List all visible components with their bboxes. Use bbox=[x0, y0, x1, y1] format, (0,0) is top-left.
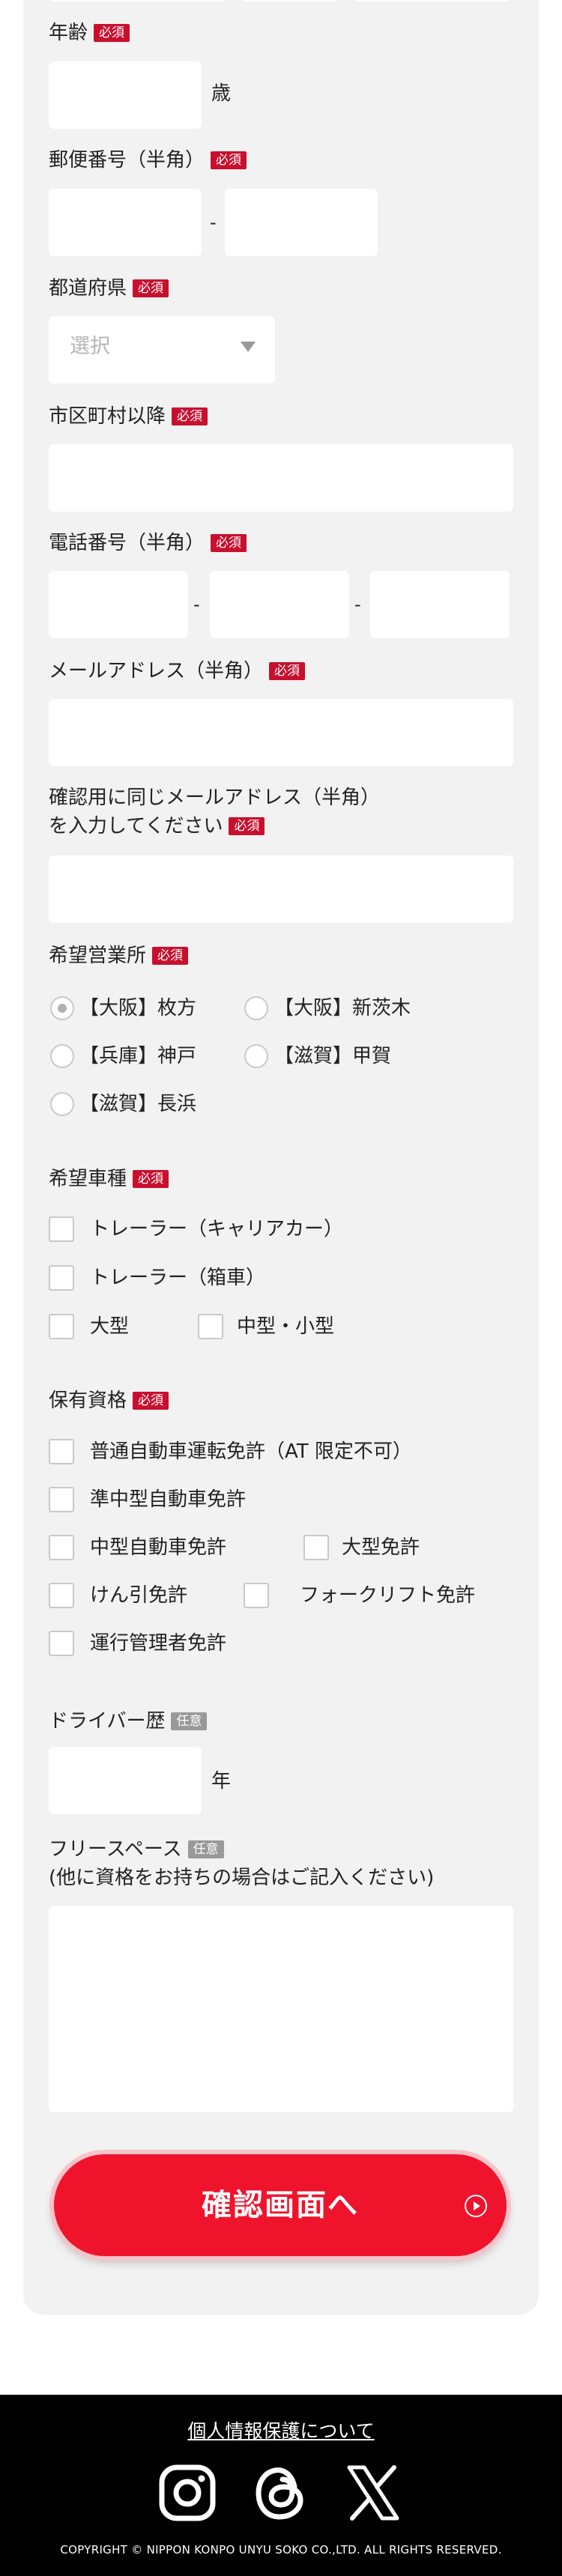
license-checkbox-towing[interactable] bbox=[49, 1583, 74, 1608]
office-radio-hirakata[interactable] bbox=[50, 996, 74, 1020]
email-input[interactable] bbox=[49, 699, 513, 766]
office-radio-shinibaraki[interactable] bbox=[244, 996, 268, 1020]
license-option-normal: 普通自動車運転免許（AT 限定不可） bbox=[90, 1440, 412, 1463]
email-confirm-label-line1: 確認用に同じメールアドレス（半角） bbox=[49, 787, 381, 809]
license-checkbox-semi-medium[interactable] bbox=[49, 1487, 74, 1512]
license-option-large: 大型免許 bbox=[342, 1536, 420, 1559]
license-option-medium: 中型自動車免許 bbox=[90, 1536, 227, 1559]
vehicle-checkbox-box[interactable] bbox=[49, 1265, 74, 1291]
name-field-partial-2[interactable] bbox=[241, 0, 339, 1]
phone-input-1[interactable] bbox=[49, 571, 188, 638]
required-badge: 必須 bbox=[211, 534, 247, 552]
required-badge: 必須 bbox=[133, 279, 169, 297]
play-circle-icon bbox=[465, 2195, 487, 2217]
phone-separator-2: - bbox=[354, 594, 361, 615]
required-badge: 必須 bbox=[133, 1392, 169, 1410]
required-badge: 必須 bbox=[269, 662, 306, 680]
postal-input-1[interactable] bbox=[49, 189, 202, 256]
prefecture-placeholder: 選択 bbox=[70, 335, 110, 358]
office-radio-kobe[interactable] bbox=[50, 1044, 74, 1068]
required-badge: 必須 bbox=[94, 24, 130, 42]
license-option-operation-manager: 運行管理者免許 bbox=[90, 1632, 227, 1655]
phone-input-2[interactable] bbox=[210, 571, 349, 638]
office-option-koka: 【滋賀】甲賀 bbox=[274, 1045, 392, 1067]
privacy-policy-link[interactable]: 個人情報保護について bbox=[0, 2419, 562, 2444]
license-option-semi-medium: 準中型自動車免許 bbox=[90, 1488, 247, 1511]
license-option-forklift: フォークリフト免許 bbox=[300, 1584, 476, 1607]
email-confirm-label-line2: を入力してください 必須 bbox=[49, 813, 265, 839]
name-field-partial-3[interactable] bbox=[353, 0, 510, 1]
phone-label: 電話番号（半角） 必須 bbox=[49, 530, 247, 556]
required-badge: 必須 bbox=[152, 947, 189, 965]
age-label: 年齢 必須 bbox=[49, 20, 130, 46]
postal-input-2[interactable] bbox=[225, 189, 378, 256]
office-option-nagahama: 【滋賀】長浜 bbox=[79, 1093, 197, 1115]
phone-separator-1: - bbox=[193, 594, 200, 615]
license-checkbox-forklift[interactable] bbox=[244, 1583, 269, 1608]
vehicle-checkbox-large[interactable] bbox=[49, 1314, 74, 1339]
required-badge: 必須 bbox=[211, 151, 247, 169]
vehicle-label: 希望車種 必須 bbox=[49, 1166, 169, 1192]
required-badge: 必須 bbox=[172, 407, 208, 425]
driver-years-input[interactable] bbox=[49, 1747, 202, 1814]
free-space-hint: (他に資格をお持ちの場合はご記入ください) bbox=[49, 1867, 435, 1889]
instagram-icon[interactable] bbox=[159, 2464, 216, 2521]
driver-years-unit: 年 bbox=[211, 1770, 232, 1792]
vehicle-checkbox-carrier[interactable] bbox=[49, 1216, 74, 1242]
x-icon[interactable] bbox=[345, 2464, 402, 2521]
office-option-kobe: 【兵庫】神戸 bbox=[79, 1045, 197, 1067]
footer: 個人情報保護について COPYRIGHT © NIPPON KONPO UNYU… bbox=[0, 2395, 562, 2576]
required-badge: 必須 bbox=[133, 1170, 169, 1188]
email-confirm-input[interactable] bbox=[49, 855, 513, 923]
prefecture-label: 都道府県 必須 bbox=[49, 276, 169, 301]
vehicle-option-medium-small: 中型・小型 bbox=[237, 1315, 335, 1338]
copyright-text: COPYRIGHT © NIPPON KONPO UNYU SOKO CO.,L… bbox=[60, 2543, 502, 2557]
office-option-hirakata: 【大阪】枚方 bbox=[79, 997, 197, 1019]
license-checkbox-normal[interactable] bbox=[49, 1439, 74, 1464]
driver-years-label: ドライバー歴 任意 bbox=[49, 1709, 208, 1734]
postal-separator: - bbox=[210, 212, 217, 233]
optional-badge: 任意 bbox=[187, 1840, 224, 1858]
vehicle-option-large: 大型 bbox=[90, 1315, 130, 1338]
email-label: メールアドレス（半角） 必須 bbox=[49, 658, 306, 684]
office-radio-koka[interactable] bbox=[244, 1044, 268, 1068]
threads-icon[interactable] bbox=[253, 2464, 309, 2521]
confirm-button-label: 確認画面へ bbox=[202, 2188, 359, 2222]
free-space-textarea[interactable] bbox=[49, 1906, 513, 2112]
license-option-towing: けん引免許 bbox=[90, 1584, 188, 1607]
vehicle-option-carrier: トレーラー（キャリアカー） bbox=[90, 1218, 344, 1240]
postal-label: 郵便番号（半角） 必須 bbox=[49, 148, 247, 173]
office-radio-nagahama[interactable] bbox=[50, 1092, 74, 1116]
city-input[interactable] bbox=[49, 444, 513, 512]
optional-badge: 任意 bbox=[171, 1712, 208, 1730]
free-space-label: フリースペース 任意 bbox=[49, 1837, 224, 1862]
vehicle-option-box: トレーラー（箱車） bbox=[90, 1267, 266, 1289]
vehicle-checkbox-medium-small[interactable] bbox=[198, 1314, 223, 1339]
city-label: 市区町村以降 必須 bbox=[49, 404, 208, 429]
office-option-shinibaraki: 【大阪】新茨木 bbox=[274, 997, 411, 1019]
license-label: 保有資格 必須 bbox=[49, 1388, 169, 1413]
name-field-partial[interactable] bbox=[49, 0, 227, 1]
age-unit: 歳 bbox=[211, 82, 232, 105]
license-checkbox-large[interactable] bbox=[303, 1535, 329, 1560]
license-checkbox-operation-manager[interactable] bbox=[49, 1631, 74, 1656]
phone-input-3[interactable] bbox=[370, 571, 510, 638]
office-label: 希望営業所 必須 bbox=[49, 943, 189, 969]
age-input[interactable] bbox=[49, 61, 202, 129]
required-badge: 必須 bbox=[229, 817, 265, 835]
confirm-button[interactable]: 確認画面へ bbox=[54, 2154, 507, 2256]
license-checkbox-medium[interactable] bbox=[49, 1535, 74, 1560]
chevron-down-icon bbox=[241, 342, 256, 352]
prefecture-select[interactable]: 選択 bbox=[49, 316, 275, 384]
